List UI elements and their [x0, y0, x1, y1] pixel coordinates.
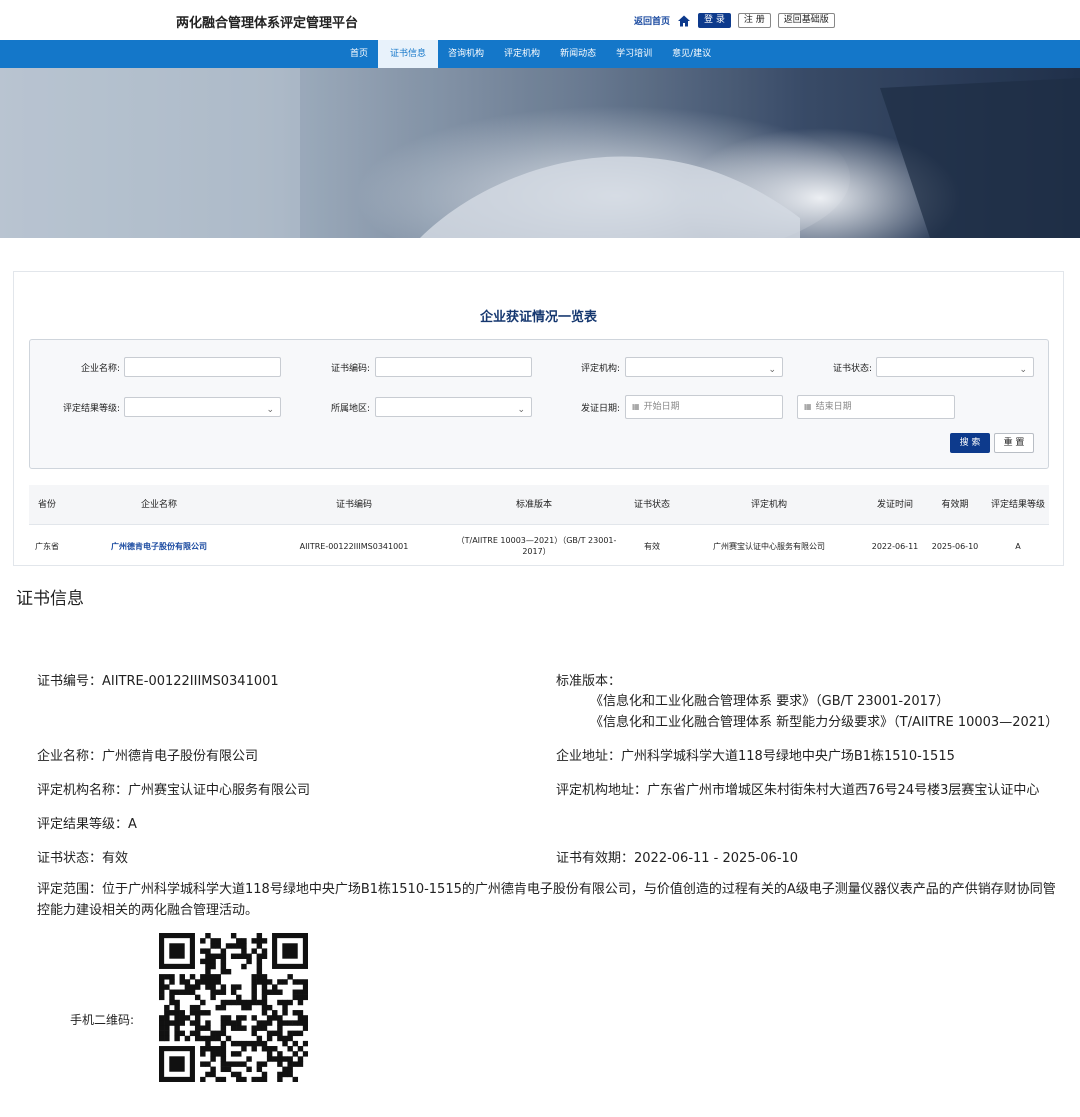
chevron-down-icon: ⌄	[768, 365, 776, 375]
cert-list-panel: 企业获证情况一览表 企业名称: 证书编码: 评定机构: ⌄ 证书状态: ⌄ 评定…	[13, 271, 1064, 566]
nav-item-1[interactable]: 证书信息	[378, 40, 439, 68]
filter-form: 企业名称: 证书编码: 评定机构: ⌄ 证书状态: ⌄ 评定结果等级: ⌄ 所属…	[29, 339, 1049, 469]
org-select[interactable]: ⌄	[625, 357, 783, 377]
nav-item-4[interactable]: 新闻动态	[550, 40, 606, 68]
th-expiry: 有效期	[941, 500, 969, 510]
th-cert-no: 证书编码	[335, 500, 372, 510]
grade: 评定结果等级：A	[37, 817, 137, 832]
calendar-icon: ▦	[804, 402, 812, 411]
cert-validity: 证书有效期：2022-06-11 - 2025-06-10	[556, 851, 799, 866]
org-name: 评定机构名称：广州赛宝认证中心服务有限公司	[37, 783, 311, 798]
qr-label: 手机二维码:	[70, 1013, 135, 1027]
cell-company-link[interactable]: 广州德肯电子股份有限公司	[99, 526, 219, 565]
standard-line-1: 《信息化和工业化融合管理体系 要求》（GB/T 23001-2017）	[590, 694, 950, 709]
cell-expiry: 2025-06-10	[931, 541, 979, 551]
th-grade: 评定结果等级	[990, 500, 1045, 510]
cell-cert-no: AIITRE-00122IIIMS0341001	[299, 541, 409, 551]
home-link[interactable]: 返回首页	[634, 14, 670, 27]
th-company: 企业名称	[140, 500, 177, 510]
chevron-down-icon: ⌄	[1019, 365, 1027, 375]
nav-item-3[interactable]: 评定机构	[494, 40, 550, 68]
nav-items: 首页 证书信息 咨询机构 评定机构 新闻动态 学习培训 意见/建议	[340, 40, 721, 68]
chevron-down-icon: ⌄	[517, 405, 525, 415]
nav-item-2[interactable]: 咨询机构	[438, 40, 494, 68]
company-name: 企业名称：广州德肯电子股份有限公司	[37, 749, 259, 764]
nav-item-0[interactable]: 首页	[340, 40, 378, 68]
org-address: 评定机构地址：广东省广州市增城区朱村街朱村大道西76号24号楼3层赛宝认证中心	[556, 783, 1040, 798]
banner-image	[0, 68, 1080, 238]
search-button[interactable]: 搜 索	[950, 433, 990, 453]
cell-status: 有效	[644, 541, 660, 551]
th-issue-date: 发证时间	[876, 500, 913, 510]
top-header: 两化融合管理体系评定管理平台 返回首页 登 录 注 册 返回基础版	[0, 0, 1080, 40]
login-button[interactable]: 登 录	[698, 12, 731, 28]
region-select[interactable]: ⌄	[375, 397, 532, 417]
nav-item-6[interactable]: 意见/建议	[662, 40, 721, 68]
site-title: 两化融合管理体系评定管理平台	[176, 16, 359, 31]
standard-label: 标准版本：	[556, 674, 622, 689]
nav-item-5[interactable]: 学习培训	[606, 40, 662, 68]
table-row: 广东省 广州德肯电子股份有限公司 AIITRE-00122IIIMS034100…	[29, 526, 1049, 565]
cell-standard: （T/AIITRE 10003—2021）（GB/T 23001-2017）	[456, 536, 617, 556]
th-status: 证书状态	[633, 500, 670, 510]
start-date-input[interactable]: ▦ 开始日期	[625, 395, 783, 419]
company-name-input[interactable]	[124, 357, 281, 377]
th-province: 省份	[37, 500, 56, 510]
grade-select[interactable]: ⌄	[124, 397, 281, 417]
company-address: 企业地址：广州科学城科学大道118号绿地中央广场B1栋1510-1515	[556, 749, 955, 764]
end-date-placeholder: 结束日期	[815, 402, 852, 412]
cert-no-label: 证书编码:	[330, 364, 370, 374]
cert-number: 证书编号：AIITRE-00122IIIMS0341001	[37, 674, 279, 689]
th-org: 评定机构	[750, 500, 787, 510]
reset-button[interactable]: 重 置	[994, 433, 1034, 453]
org-label: 评定机构:	[580, 364, 620, 374]
top-links: 返回首页 登 录 注 册 返回基础版	[634, 11, 835, 29]
cert-scope: 评定范围：位于广州科学城科学大道118号绿地中央广场B1栋1510-1515的广…	[37, 882, 1056, 918]
cell-org: 广州赛宝认证中心服务有限公司	[713, 541, 825, 551]
company-name-label: 企业名称:	[80, 364, 120, 374]
table-header: 省份 企业名称 证书编码 标准版本 证书状态 评定机构 发证时间 有效期 评定结…	[29, 485, 1049, 525]
chevron-down-icon: ⌄	[266, 405, 274, 415]
cell-grade: A	[1015, 541, 1021, 551]
panel-title: 企业获证情况一览表	[479, 310, 597, 325]
end-date-input[interactable]: ▦ 结束日期	[797, 395, 955, 419]
status-label: 证书状态:	[832, 364, 872, 374]
cert-status: 证书状态：有效	[37, 851, 129, 866]
th-standard: 标准版本	[515, 500, 552, 510]
cell-issue-date: 2022-06-11	[871, 541, 919, 551]
status-select[interactable]: ⌄	[876, 357, 1034, 377]
issue-date-label: 发证日期:	[580, 404, 620, 414]
cert-no-input[interactable]	[375, 357, 532, 377]
standard-line-2: 《信息化和工业化融合管理体系 新型能力分级要求》（T/AIITRE 10003—…	[590, 715, 1059, 730]
back-to-basic-button[interactable]: 返回基础版	[777, 12, 835, 28]
cell-province: 广东省	[35, 541, 59, 551]
grade-label: 评定结果等级:	[62, 404, 120, 414]
calendar-icon: ▦	[632, 402, 640, 411]
home-icon[interactable]	[677, 13, 691, 27]
region-label: 所属地区:	[330, 404, 370, 414]
main-nav: 首页 证书信息 咨询机构 评定机构 新闻动态 学习培训 意见/建议	[0, 40, 1080, 68]
register-button[interactable]: 注 册	[737, 12, 771, 28]
cert-info-heading: 证书信息	[16, 589, 84, 609]
start-date-placeholder: 开始日期	[643, 402, 680, 412]
qr-code-icon	[159, 933, 309, 1083]
